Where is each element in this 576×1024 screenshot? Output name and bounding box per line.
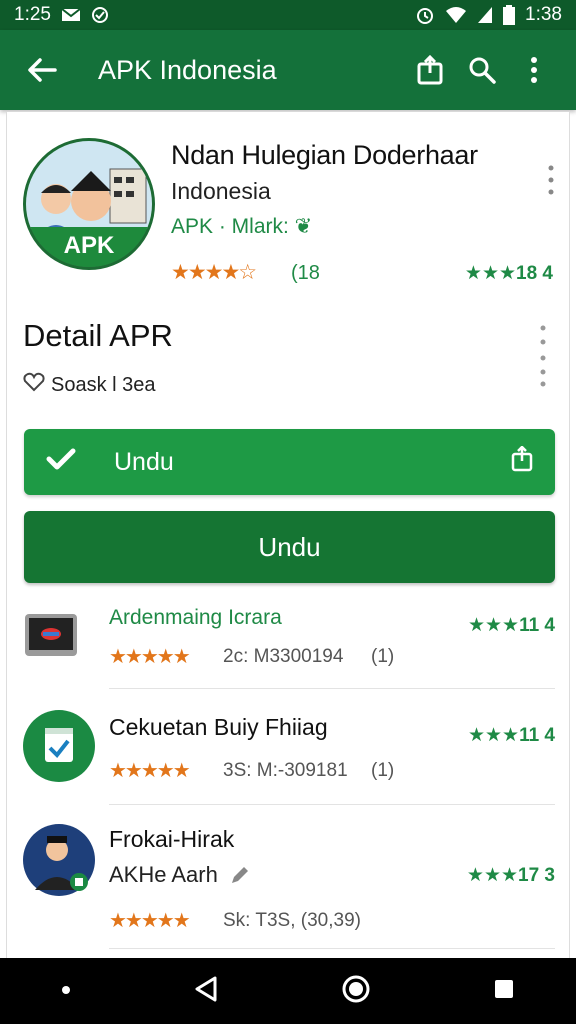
list-item-title: Frokai-Hirak [109,826,235,852]
wifi-icon [445,6,467,24]
rating-stars: ★★★★☆ [171,261,257,284]
list-item-title: Cekuetan Buiy Fhiiag [109,714,328,740]
app-bar-title: APK Indonesia [98,54,277,85]
install-button-label: Undu [258,531,321,562]
check-icon [46,447,76,478]
divider [109,948,555,949]
back-triangle-icon[interactable] [193,975,219,1008]
more-vert-icon[interactable] [547,164,555,203]
navigation-bar [0,958,576,1024]
rating-summary: ★★★18 4 [464,263,553,284]
list-item-stars: ★★★★★ [109,760,191,782]
signal-icon [477,6,493,24]
status-battery-time: 1:38 [525,4,562,25]
list-item-meta: Sk: T3S, (30,39) [223,910,361,931]
app-meta: APK · Mlark: ❦ [171,215,313,238]
search-icon[interactable] [456,44,508,96]
share-icon[interactable] [511,444,533,479]
size-text: Soask l 3ea [51,373,156,396]
list-item-rating: ★★★17 3 [466,865,555,886]
list-item[interactable]: Cekuetan Buiy Fhiiag ★★★★★ 3S: M:-309181… [7,702,571,802]
size-row: Soask l 3ea [23,372,156,398]
list-item-meta: 2c: M3300194 [223,646,344,667]
divider [109,804,555,805]
recents-square-icon[interactable] [493,978,515,1005]
download-button-label: Undu [114,447,174,476]
heart-icon [23,372,45,398]
divider [109,688,555,689]
install-button[interactable]: Undu [24,511,555,583]
list-item-title: Ardenmaing Icrara [109,606,282,629]
back-arrow-icon[interactable] [16,44,68,96]
hero-label: APK [26,227,152,267]
detail-title: Detail APR [23,318,173,353]
share-icon[interactable] [404,44,456,96]
checklist-app-icon [23,706,95,791]
overflow-menu-icon[interactable] [508,44,560,96]
status-time: 1:25 [14,4,51,25]
app-title: Ndan Hulegian Doderhaar [171,140,478,170]
mail-icon [61,7,81,23]
app-hero-icon: APK [23,138,155,270]
status-bar: 1:25 1:38 [0,0,576,30]
download-button[interactable]: Undu [24,429,555,495]
app-bar: APK Indonesia [0,30,576,110]
list-item[interactable]: Frokai-Hirak AKHe Aarh ★★★★★ Sk: T3S, (3… [7,818,571,948]
list-item[interactable]: Ardenmaing Icrara ★★★★★ 2c: M3300194 (1)… [7,600,571,688]
list-item-rating: ★★★11 4 [467,725,555,746]
app-developer[interactable]: Indonesia [171,178,271,205]
list-item-subtitle: AKHe Aarh [109,862,218,887]
battery-icon [503,5,516,25]
person-app-icon [23,820,95,907]
alarm-icon [415,5,435,25]
rating-count: (18 [291,262,320,284]
list-item-size: (1) [371,646,395,667]
list-item-stars: ★★★★★ [109,646,191,668]
list-item-meta: 3S: M:-309181 [223,760,348,781]
home-circle-icon[interactable] [341,974,371,1009]
content-area: APK Ndan Hulegian Doderhaar Indonesia AP… [6,112,570,958]
shield-icon [91,6,109,24]
list-item-size: (1) [371,760,395,781]
more-vert-icon[interactable] [539,324,547,393]
tablet-app-icon [23,612,79,665]
edit-icon [229,864,251,891]
list-item-rating: ★★★11 4 [467,615,555,636]
dot-icon [61,982,71,1000]
list-item-stars: ★★★★★ [109,910,191,932]
